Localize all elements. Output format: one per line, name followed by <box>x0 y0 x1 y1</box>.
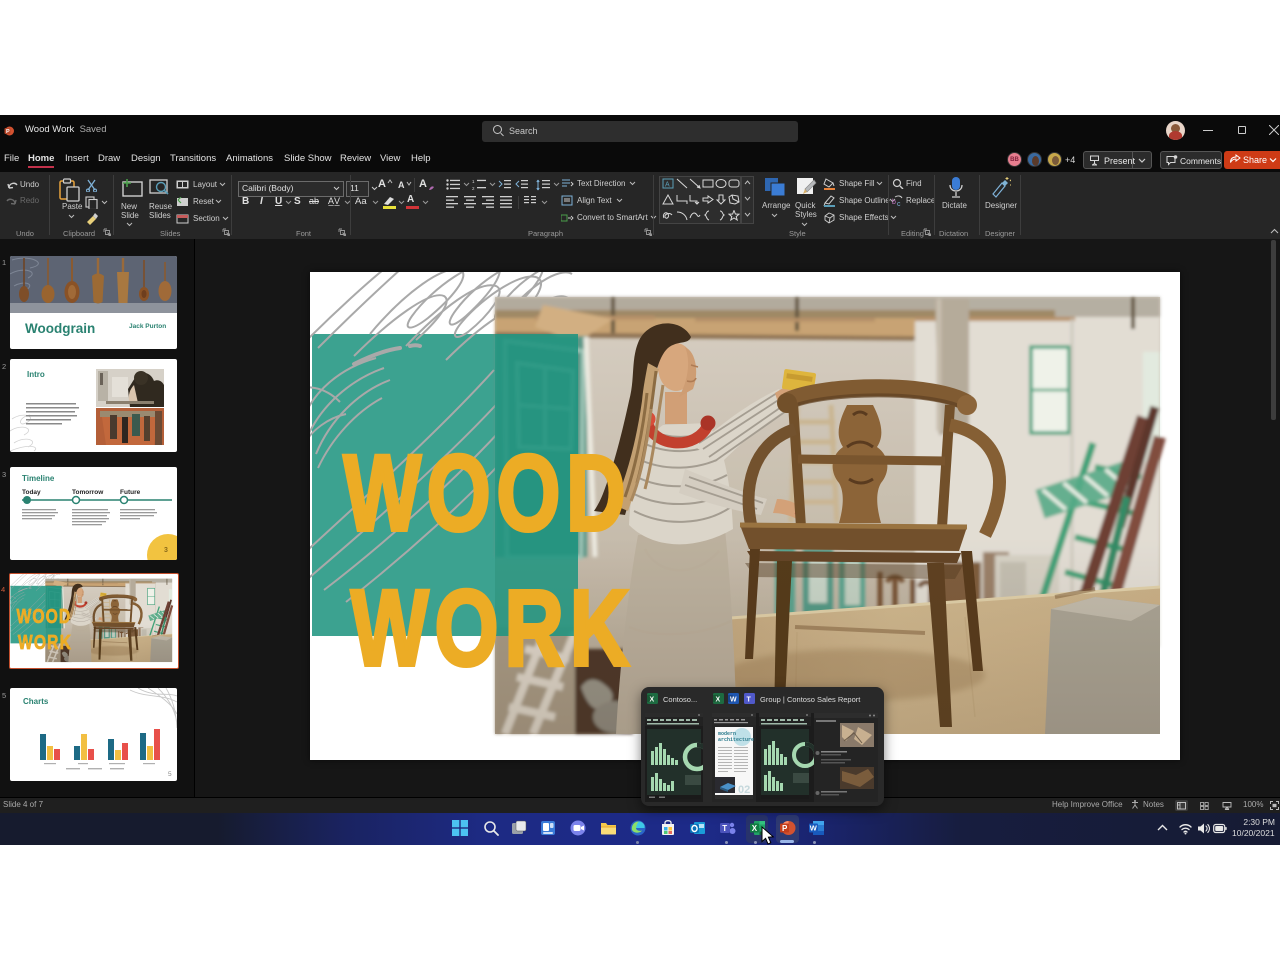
svg-text:Charts: Charts <box>23 697 49 706</box>
svg-text:Today: Today <box>22 489 41 496</box>
svg-text:P: P <box>782 824 788 833</box>
svg-text:X: X <box>752 824 758 833</box>
svg-text:1: 1 <box>472 179 475 184</box>
svg-text:X: X <box>716 697 721 704</box>
svg-text:X: X <box>650 697 655 704</box>
svg-text:Jack Purton: Jack Purton <box>129 323 166 330</box>
svg-text:T: T <box>747 697 752 704</box>
svg-text:W: W <box>810 824 818 833</box>
svg-text:T: T <box>722 824 727 833</box>
svg-text:5: 5 <box>168 771 172 778</box>
svg-text:Timeline: Timeline <box>22 474 55 483</box>
svg-text:Woodgrain: Woodgrain <box>25 321 95 336</box>
svg-text:P: P <box>6 129 10 135</box>
svg-text:architecture: architecture <box>718 737 754 743</box>
svg-text:A: A <box>665 182 670 189</box>
svg-text:c: c <box>897 201 901 206</box>
svg-text:2: 2 <box>472 186 475 191</box>
svg-text:Future: Future <box>120 489 141 496</box>
svg-text:02: 02 <box>738 784 750 796</box>
svg-text:b: b <box>892 199 896 206</box>
svg-text:W: W <box>730 697 737 704</box>
svg-text:Intro: Intro <box>27 370 45 379</box>
svg-text:3: 3 <box>164 547 168 554</box>
svg-text:Tomorrow: Tomorrow <box>72 489 104 496</box>
